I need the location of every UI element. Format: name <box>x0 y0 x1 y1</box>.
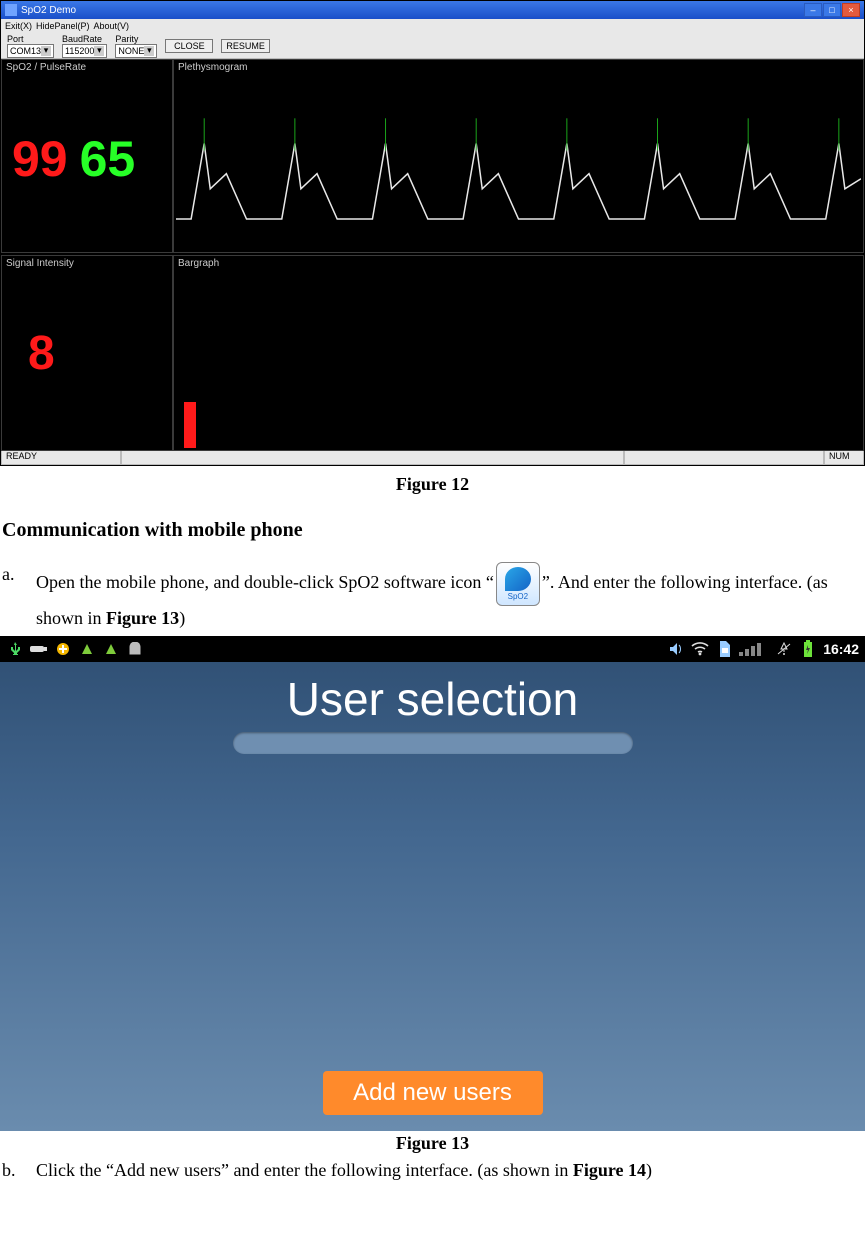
menu-hidepanel[interactable]: HidePanel(P) <box>36 21 90 31</box>
bargraph-bar <box>184 402 196 448</box>
user-search-input[interactable] <box>233 732 633 754</box>
pulse-reading: 65 <box>80 130 136 188</box>
parity-value: NONE <box>118 46 144 56</box>
baudrate-label: BaudRate <box>62 34 107 44</box>
plethysmogram-waveform <box>176 78 861 249</box>
status-spacer-1 <box>121 451 624 465</box>
sim-icon <box>715 640 733 658</box>
window-title: SpO2 Demo <box>21 5 800 16</box>
step-b-figref: Figure 14 <box>573 1160 646 1180</box>
chevron-down-icon: ▾ <box>94 46 104 56</box>
no-signal-icon <box>775 640 793 658</box>
figure-13-caption: Figure 13 <box>0 1133 865 1154</box>
baudrate-field: BaudRate 115200 ▾ <box>62 34 107 58</box>
chevron-down-icon: ▾ <box>41 46 51 56</box>
bargraph-panel-title: Bargraph <box>178 258 219 269</box>
app-notif-icon-1 <box>78 640 96 658</box>
menu-about[interactable]: About(V) <box>94 21 130 31</box>
step-a-marker: a. <box>2 562 26 630</box>
parity-dropdown[interactable]: NONE ▾ <box>115 44 157 58</box>
battery-charging-icon <box>799 640 817 658</box>
signal-panel-title: Signal Intensity <box>6 258 74 269</box>
step-b-close: ) <box>646 1160 652 1180</box>
spo2-reading: 99 <box>12 130 68 188</box>
figure-12-caption: Figure 12 <box>0 474 865 495</box>
baudrate-value: 115200 <box>65 46 94 56</box>
step-b-marker: b. <box>2 1158 26 1182</box>
signal-intensity-panel: Signal Intensity 8 <box>1 255 173 451</box>
plethysmogram-panel: Plethysmogram <box>173 59 864 253</box>
baudrate-dropdown[interactable]: 115200 ▾ <box>62 44 107 58</box>
sound-icon <box>667 640 685 658</box>
step-a: a. Open the mobile phone, and double-cli… <box>0 562 865 636</box>
status-time: 16:42 <box>823 641 859 657</box>
step-b: b. Click the “Add new users” and enter t… <box>0 1158 865 1188</box>
wifi-icon <box>691 640 709 658</box>
status-num: NUM <box>824 451 864 465</box>
parity-field: Parity NONE ▾ <box>115 34 157 58</box>
phone-screenshot: 16:42 User selection Add new users <box>0 636 865 1131</box>
port-value: COM13 <box>10 46 41 56</box>
parity-label: Parity <box>115 34 157 44</box>
step-a-close: ) <box>179 608 185 628</box>
signal-bars-icon <box>739 640 769 658</box>
status-spacer-2 <box>624 451 824 465</box>
window-minimize-button[interactable]: – <box>804 3 822 17</box>
window-close-button[interactable]: × <box>842 3 860 17</box>
section-heading: Communication with mobile phone <box>2 519 865 542</box>
app-icon <box>5 4 17 16</box>
window-statusbar: READY NUM <box>1 451 864 465</box>
app-notif-icon-2 <box>102 640 120 658</box>
spo2-pulse-panel: SpO2 / PulseRate 99 65 <box>1 59 173 253</box>
port-label: Port <box>7 34 54 44</box>
toolbar: Port COM13 ▾ BaudRate 115200 ▾ Parity NO… <box>1 33 864 59</box>
bargraph-panel: Bargraph <box>173 255 864 451</box>
spo2-app-icon <box>496 562 540 606</box>
plus-icon <box>54 640 72 658</box>
android-icon <box>126 640 144 658</box>
user-selection-title: User selection <box>0 672 865 726</box>
menubar: Exit(X) HidePanel(P) About(V) <box>1 19 864 33</box>
spo2-panel-title: SpO2 / PulseRate <box>6 62 86 73</box>
window-maximize-button[interactable]: □ <box>823 3 841 17</box>
connect-icon <box>30 640 48 658</box>
window-titlebar: SpO2 Demo – □ × <box>1 1 864 19</box>
step-a-text-pre: Open the mobile phone, and double-click … <box>36 572 494 592</box>
port-field: Port COM13 ▾ <box>7 34 54 58</box>
port-dropdown[interactable]: COM13 ▾ <box>7 44 54 58</box>
android-statusbar: 16:42 <box>0 636 865 662</box>
menu-exit[interactable]: Exit(X) <box>5 21 32 31</box>
status-ready: READY <box>1 451 121 465</box>
step-a-figref: Figure 13 <box>106 608 179 628</box>
pleth-panel-title: Plethysmogram <box>178 62 247 73</box>
close-button[interactable]: CLOSE <box>165 39 213 53</box>
usb-icon <box>6 640 24 658</box>
step-b-text-pre: Click the “Add new users” and enter the … <box>36 1160 573 1180</box>
signal-reading: 8 <box>28 326 55 381</box>
chevron-down-icon: ▾ <box>144 46 154 56</box>
add-new-users-button[interactable]: Add new users <box>323 1071 543 1115</box>
spo2-demo-window: SpO2 Demo – □ × Exit(X) HidePanel(P) Abo… <box>0 0 865 466</box>
resume-button[interactable]: RESUME <box>221 39 270 53</box>
